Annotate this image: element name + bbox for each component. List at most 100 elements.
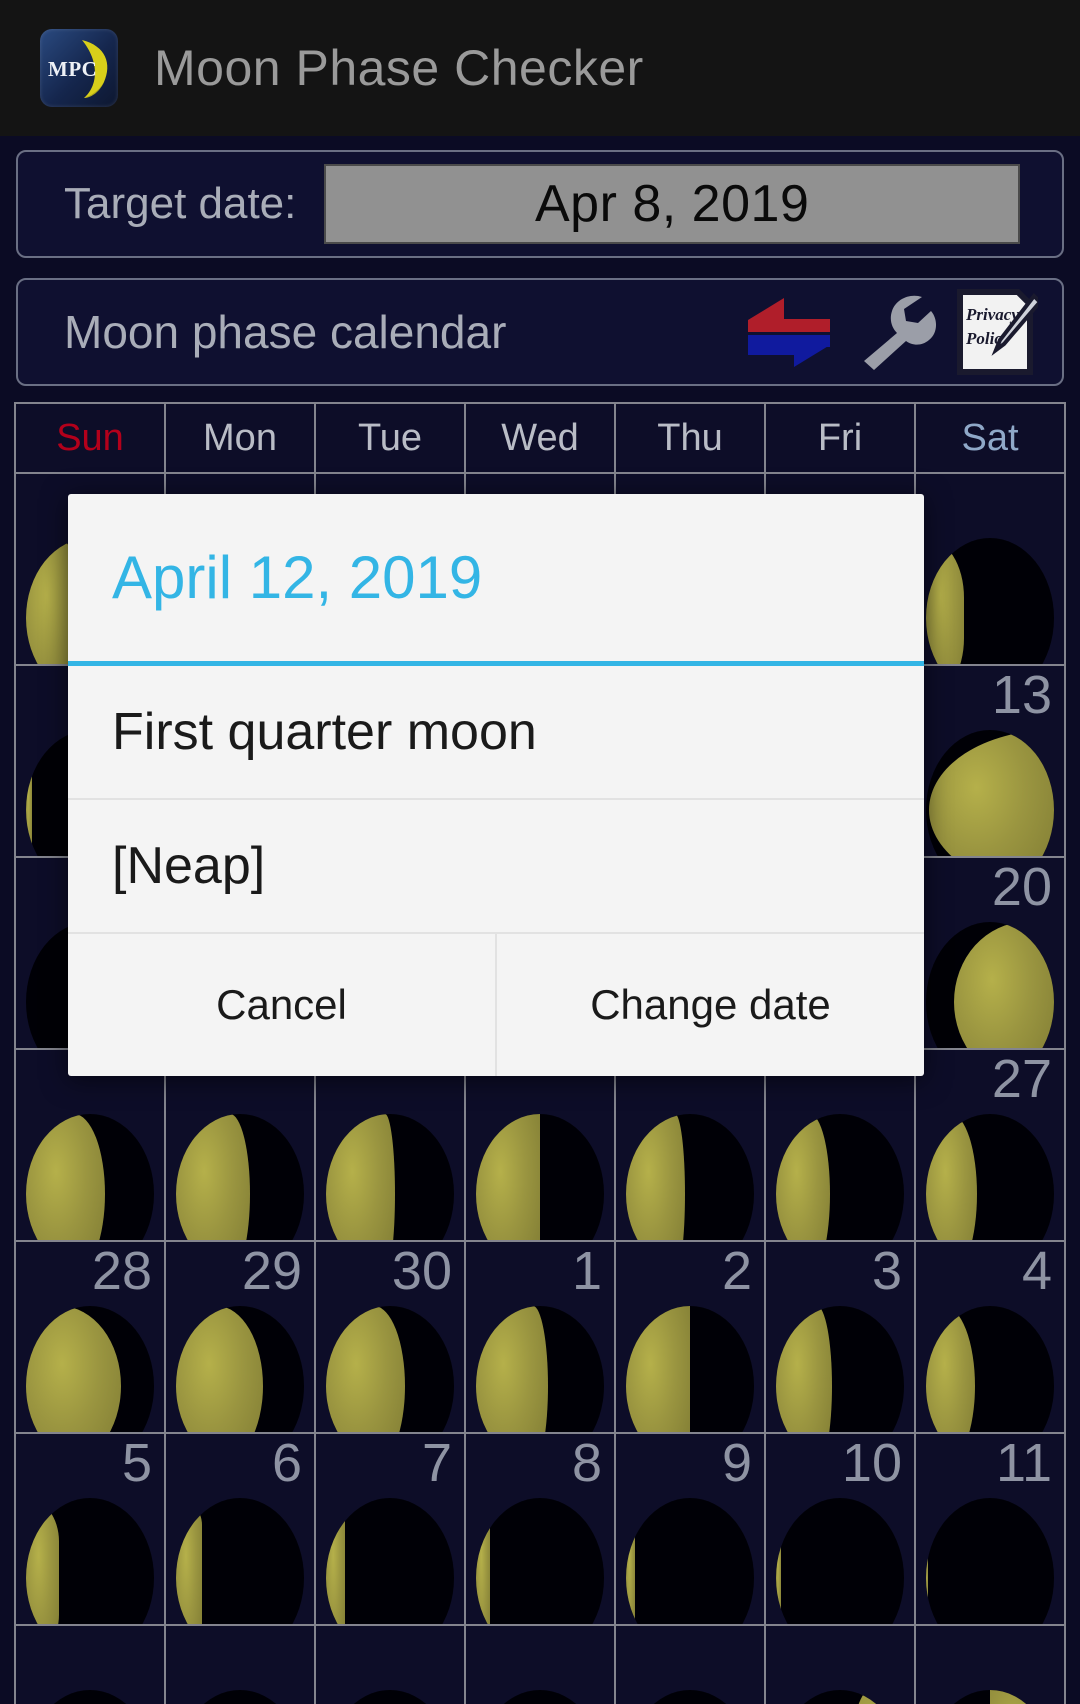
moon-disc <box>926 1498 1054 1624</box>
moon-disc <box>26 1498 154 1624</box>
calendar-day-cell[interactable] <box>164 1050 314 1242</box>
calendar-day-cell[interactable] <box>914 1626 1066 1704</box>
moon-lit-area <box>626 1114 685 1240</box>
moon-lit-area <box>926 1114 977 1240</box>
calendar-day-cell[interactable] <box>164 1626 314 1704</box>
calendar-day-cell[interactable] <box>464 1050 614 1242</box>
calendar-day-cell[interactable]: 4 <box>914 1242 1066 1434</box>
moon-lit-area <box>776 1306 832 1432</box>
app-logo: MPC <box>40 29 118 107</box>
moon-disc <box>626 1498 754 1624</box>
moon-disc <box>476 1690 604 1704</box>
moon-lit-area <box>626 1498 635 1624</box>
calendar-day-cell[interactable]: 10 <box>764 1434 914 1626</box>
app-title: Moon Phase Checker <box>154 40 644 96</box>
calendar-day-header-sun: Sun <box>14 402 164 474</box>
calendar-day-header-label: Tue <box>357 416 423 459</box>
moon-phase-icon <box>326 1114 454 1240</box>
moon-phase-icon <box>926 1690 1054 1704</box>
calendar-day-cell[interactable]: 20 <box>914 858 1066 1050</box>
moon-phase-icon <box>476 1498 604 1624</box>
calendar-day-cell[interactable] <box>14 1050 164 1242</box>
calendar-week-row <box>14 1626 1066 1704</box>
calendar-day-cell[interactable]: 3 <box>764 1242 914 1434</box>
app-logo-text: MPC <box>48 57 98 81</box>
calendar-day-cell[interactable]: 28 <box>14 1242 164 1434</box>
calendar-day-cell[interactable] <box>614 1626 764 1704</box>
calendar-day-cell[interactable]: 11 <box>914 1434 1066 1626</box>
calendar-day-cell[interactable]: 13 <box>914 666 1066 858</box>
calendar-day-cell[interactable]: 2 <box>614 1242 764 1434</box>
moon-disc <box>776 1690 904 1704</box>
moon-disc <box>326 1114 454 1240</box>
calendar-day-cell[interactable]: 27 <box>914 1050 1066 1242</box>
calendar-day-cell[interactable]: 5 <box>14 1434 164 1626</box>
calendar-day-cell[interactable]: 8 <box>464 1434 614 1626</box>
calendar-day-cell[interactable]: 7 <box>314 1434 464 1626</box>
calendar-day-cell[interactable] <box>914 474 1066 666</box>
moon-phase-icon <box>476 1690 604 1704</box>
moon-lit-area <box>176 1306 263 1432</box>
moon-lit-area <box>626 1306 690 1432</box>
moon-disc <box>326 1498 454 1624</box>
calendar-day-number: 20 <box>991 858 1052 917</box>
moon-lit-area <box>926 538 964 664</box>
calendar-day-cell[interactable] <box>314 1626 464 1704</box>
calendar-day-cell[interactable]: 30 <box>314 1242 464 1434</box>
moon-disc <box>476 1114 604 1240</box>
moon-lit-area <box>326 1114 395 1240</box>
calendar-day-cell[interactable] <box>464 1626 614 1704</box>
calendar-day-header-label: Sat <box>961 416 1019 459</box>
moon-phase-icon <box>26 1306 154 1432</box>
moon-phase-icon <box>326 1690 454 1704</box>
moon-disc <box>326 1306 454 1432</box>
calendar-day-cell[interactable] <box>764 1626 914 1704</box>
moon-disc <box>176 1498 304 1624</box>
moon-disc <box>476 1498 604 1624</box>
calendar-day-header-label: Mon <box>203 416 277 459</box>
moon-lit-area <box>710 1690 754 1704</box>
moon-disc <box>626 1306 754 1432</box>
moon-lit-area <box>476 1306 548 1432</box>
calendar-day-header-thu: Thu <box>614 402 764 474</box>
moon-disc <box>176 1114 304 1240</box>
calendar-day-cell[interactable] <box>614 1050 764 1242</box>
svg-text:Privacy: Privacy <box>965 305 1019 324</box>
calendar-day-cell[interactable] <box>14 1626 164 1704</box>
calendar-day-cell[interactable]: 29 <box>164 1242 314 1434</box>
target-date-button[interactable]: Apr 8, 2019 <box>324 164 1020 244</box>
dialog-item-phase: First quarter moon <box>68 666 924 800</box>
moon-phase-icon <box>326 1498 454 1624</box>
moon-phase-icon <box>476 1114 604 1240</box>
moon-lit-area <box>149 1690 154 1704</box>
moon-disc <box>26 1114 154 1240</box>
cancel-button[interactable]: Cancel <box>68 934 495 1076</box>
moon-phase-icon <box>626 1690 754 1704</box>
moon-phase-icon <box>926 730 1054 856</box>
wrench-icon[interactable] <box>852 291 938 373</box>
moon-phase-icon <box>176 1498 304 1624</box>
moon-lit-area <box>571 1690 604 1704</box>
moon-lit-area <box>926 1498 928 1624</box>
dialog-item-tide-label: [Neap] <box>112 837 266 895</box>
moon-lit-area <box>476 1498 490 1624</box>
moon-lit-area <box>26 730 32 856</box>
moon-phase-dialog: April 12, 2019 First quarter moon [Neap]… <box>68 494 924 1076</box>
dialog-item-phase-label: First quarter moon <box>112 703 537 761</box>
change-date-button[interactable]: Change date <box>495 934 924 1076</box>
moon-disc <box>626 1690 754 1704</box>
calendar-day-number: 7 <box>421 1434 452 1493</box>
calendar-day-number: 2 <box>721 1242 752 1301</box>
swap-arrows-icon[interactable] <box>738 293 838 371</box>
calendar-day-cell[interactable]: 1 <box>464 1242 614 1434</box>
calendar-day-cell[interactable]: 6 <box>164 1434 314 1626</box>
calendar-day-cell[interactable] <box>314 1050 464 1242</box>
calendar-day-cell[interactable] <box>764 1050 914 1242</box>
moon-disc <box>926 922 1054 1048</box>
change-date-button-label: Change date <box>590 981 831 1028</box>
moon-phase-icon <box>176 1690 304 1704</box>
app-bar: MPC Moon Phase Checker <box>0 0 1080 136</box>
calendar-day-cell[interactable]: 9 <box>614 1434 764 1626</box>
calendar-day-header-tue: Tue <box>314 402 464 474</box>
privacy-policy-icon[interactable]: Privacy Policy <box>952 288 1038 376</box>
